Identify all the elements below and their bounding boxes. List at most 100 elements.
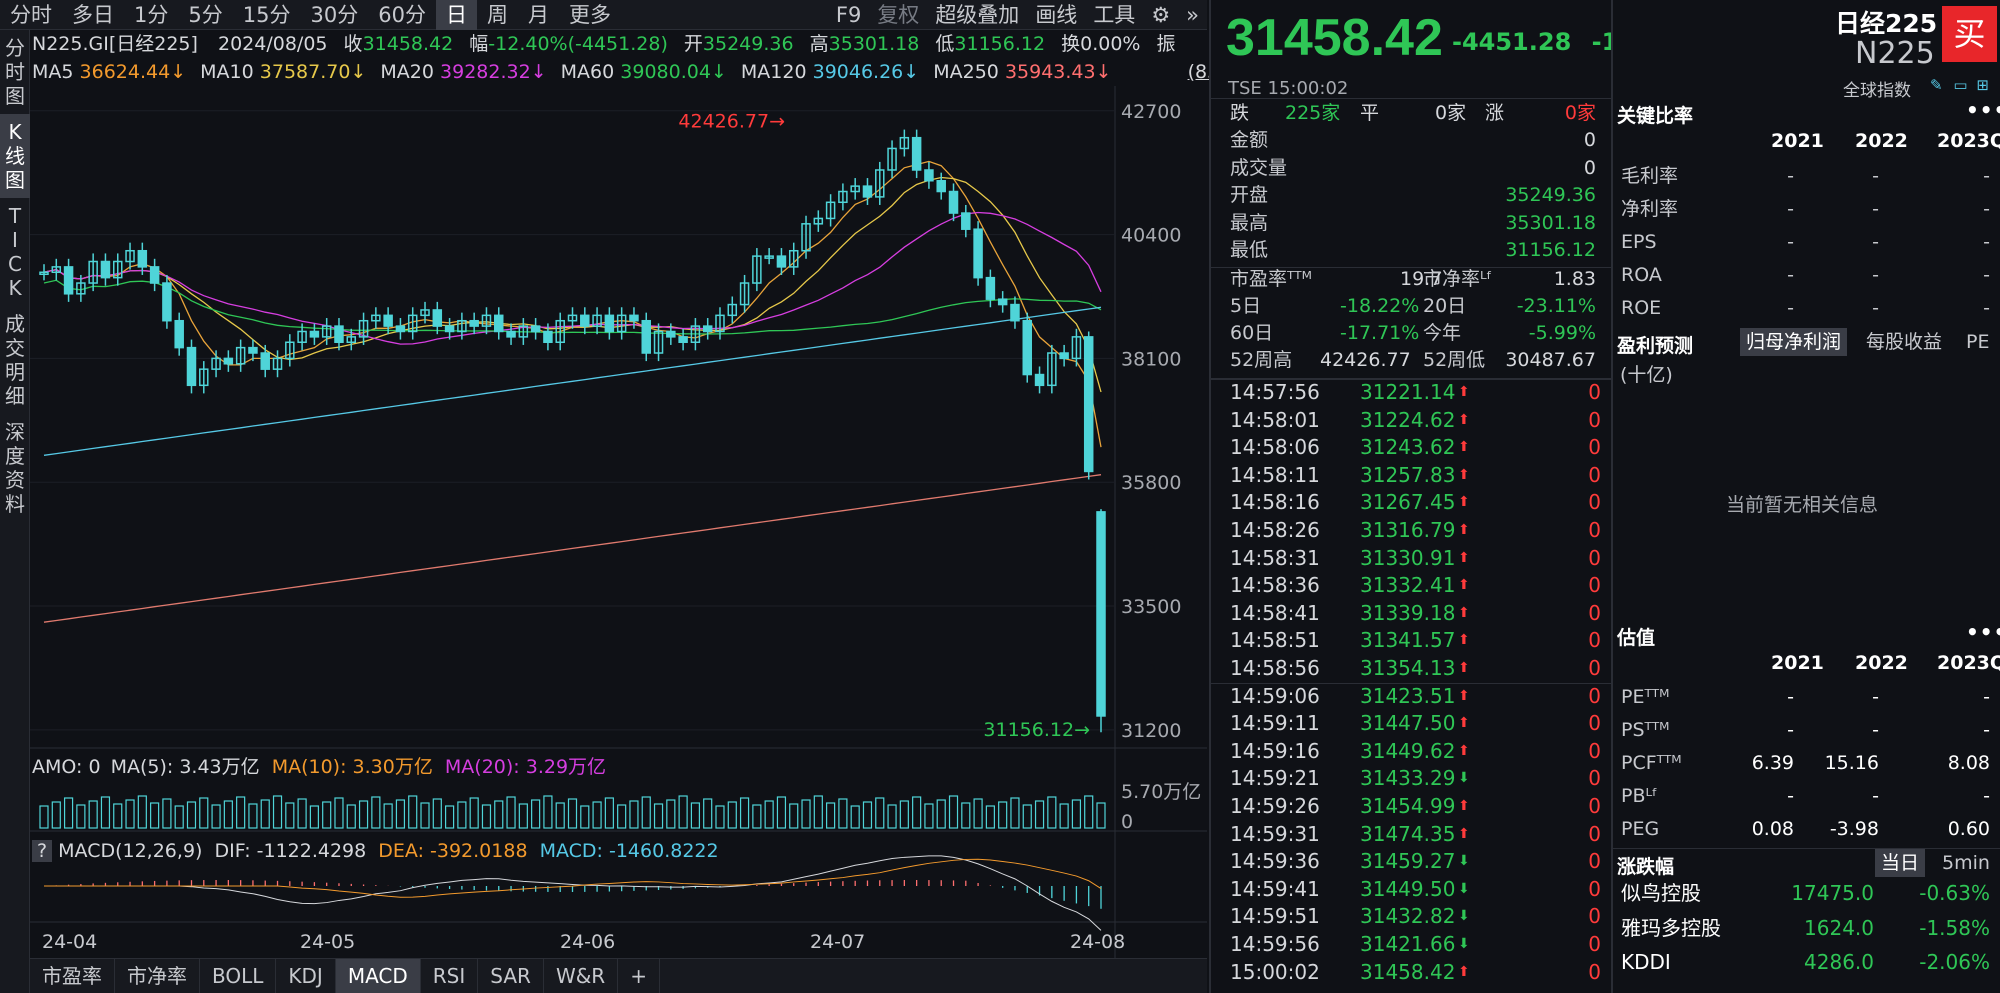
tick-price: 31421.66 bbox=[1360, 932, 1456, 956]
tick-price: 31449.62 bbox=[1360, 738, 1456, 763]
stock-name: KDDI bbox=[1621, 950, 1671, 974]
more-icon[interactable]: ••• bbox=[1966, 98, 2000, 122]
volume-bar bbox=[801, 799, 811, 829]
volume-bar bbox=[690, 802, 701, 829]
overlay-button[interactable]: 超级叠加 bbox=[927, 0, 1027, 30]
add-icon[interactable]: ⊞ bbox=[1976, 76, 1989, 94]
w52h-label: 52周高 bbox=[1230, 349, 1293, 371]
side-tab[interactable]: TICK bbox=[0, 198, 30, 306]
amp-value: -12.40%(-4451.28) bbox=[488, 33, 668, 55]
period-tab[interactable]: 分时 bbox=[0, 0, 62, 30]
low-label: 低 bbox=[935, 33, 955, 55]
forecast-tab-eps[interactable]: 每股收益 bbox=[1860, 328, 1948, 356]
cell: - bbox=[1872, 165, 1879, 187]
volume-bar bbox=[1096, 802, 1106, 829]
tick-price: 31474.35 bbox=[1360, 821, 1456, 846]
indicator-tab[interactable]: RSI bbox=[421, 959, 479, 993]
d5-label: 5日 bbox=[1230, 295, 1262, 317]
candle-body bbox=[985, 276, 996, 300]
perf-row-2: 60日 -17.71% 今年 -5.99% bbox=[1230, 320, 1600, 347]
ma250-line bbox=[43, 474, 1102, 623]
period-tab[interactable]: 1分 bbox=[124, 0, 178, 30]
indicator-tab[interactable]: + bbox=[618, 959, 660, 993]
volume-axis-label: 5.70万亿 bbox=[1121, 781, 1201, 803]
movers-tab-5min[interactable]: 5min bbox=[1936, 849, 1996, 877]
candle-body bbox=[1059, 352, 1069, 360]
info-date: 2024/08/05 bbox=[217, 33, 328, 55]
list-item[interactable]: KDDI 4286.0 -2.06% bbox=[1619, 945, 1994, 979]
tick-volume: 0 bbox=[1588, 518, 1601, 542]
cell: - bbox=[1983, 231, 1990, 253]
stock-name: 似鸟控股 bbox=[1621, 881, 1701, 905]
tick-time: 14:58:01 bbox=[1230, 407, 1320, 432]
period-tab[interactable]: 周 bbox=[477, 0, 518, 30]
help-icon[interactable]: ? bbox=[32, 840, 53, 862]
volume-bar bbox=[973, 798, 983, 829]
volume-bar bbox=[297, 798, 307, 829]
tick-time: 15:00:02 bbox=[1230, 959, 1320, 984]
volume-bar bbox=[494, 800, 504, 829]
period-tab[interactable]: 日 bbox=[435, 0, 477, 30]
valuation-title: 估值 bbox=[1617, 627, 1656, 649]
volume-bar bbox=[1059, 803, 1069, 829]
forecast-tab-profit[interactable]: 归母净利润 bbox=[1740, 328, 1848, 356]
movers-tab-today[interactable]: 当日 bbox=[1875, 849, 1926, 877]
arrow-up-icon: ⬆ bbox=[1458, 715, 1470, 732]
cell: - bbox=[1983, 785, 1990, 807]
tick-row: 14:58:06 31243.62 ⬆ 0 bbox=[1230, 434, 1605, 462]
cell: 0.60 bbox=[1947, 818, 1990, 840]
indicator-tab[interactable]: KDJ bbox=[276, 959, 336, 993]
list-item[interactable]: 似鸟控股 17475.0 -0.63% bbox=[1619, 876, 1994, 910]
side-tab[interactable]: K线图 bbox=[0, 114, 30, 198]
amp-label: 幅 bbox=[469, 33, 489, 55]
side-tab[interactable]: 成交明细 bbox=[0, 306, 30, 414]
indicator-tab[interactable]: 市盈率 bbox=[30, 959, 115, 993]
tick-row: 14:59:41 31449.50 ⬇ 0 bbox=[1230, 876, 1605, 904]
quote-label: 金额 bbox=[1230, 129, 1269, 151]
period-tab[interactable]: 5分 bbox=[178, 0, 232, 30]
period-tab[interactable]: 60分 bbox=[368, 0, 436, 30]
tools-button[interactable]: 工具 bbox=[1085, 0, 1143, 30]
more-icon[interactable]: ••• bbox=[1966, 620, 2000, 644]
table-row: 毛利率 - - - bbox=[1619, 160, 1994, 193]
indicator-tab[interactable]: SAR bbox=[478, 959, 544, 993]
indicator-tab[interactable]: BOLL bbox=[200, 959, 277, 993]
f9-button[interactable]: F9 bbox=[828, 0, 869, 30]
tick-price: 31458.42 bbox=[1360, 959, 1456, 984]
buy-button[interactable]: 买 bbox=[1942, 6, 1997, 62]
tick-time: 14:59:41 bbox=[1230, 876, 1320, 901]
gear-icon[interactable]: ⚙ bbox=[1143, 0, 1178, 30]
adjust-button[interactable]: 复权 bbox=[869, 0, 927, 30]
close-value: 31458.42 bbox=[362, 33, 454, 55]
period-tab[interactable]: 更多 bbox=[559, 0, 621, 30]
list-item[interactable]: 雅玛多控股 1624.0 -1.58% bbox=[1619, 911, 1994, 945]
ma20-value: 39282.32↓ bbox=[440, 61, 547, 83]
indicator-tab[interactable]: MACD bbox=[335, 959, 421, 993]
draw-line-button[interactable]: 画线 bbox=[1027, 0, 1085, 30]
volume-bar bbox=[76, 804, 86, 829]
divider bbox=[1211, 98, 1611, 99]
quote-value: 31156.12 bbox=[1505, 239, 1596, 261]
edit-icon[interactable]: ✎ bbox=[1930, 76, 1943, 94]
ratios-year-2: 2022 bbox=[1855, 130, 1908, 152]
forecast-tab-pe[interactable]: PE bbox=[1960, 328, 1995, 356]
price-tick-label: 33500 bbox=[1121, 596, 1181, 618]
window-icon[interactable]: ▭ bbox=[1953, 76, 1967, 94]
indicator-tab[interactable]: W&R bbox=[544, 959, 619, 993]
cell: - bbox=[1983, 264, 1990, 286]
period-tab[interactable]: 多日 bbox=[62, 0, 124, 30]
double-chevron-right-icon[interactable]: » bbox=[1178, 0, 1207, 30]
side-tab[interactable]: 深度资料 bbox=[0, 414, 30, 522]
tick-row: 14:59:11 31447.50 ⬆ 0 bbox=[1230, 710, 1605, 738]
pe-label: 市盈率ᵀᵀᴹ bbox=[1230, 268, 1312, 290]
period-tab[interactable]: 15分 bbox=[233, 0, 301, 30]
volume-bar bbox=[457, 801, 467, 829]
arrow-up-icon: ⬆ bbox=[1458, 660, 1470, 676]
volume-bar bbox=[543, 795, 553, 829]
ma5-value: 36624.44↓ bbox=[79, 61, 187, 83]
period-tab[interactable]: 30分 bbox=[300, 0, 368, 30]
indicator-tab[interactable]: 市净率 bbox=[115, 959, 200, 993]
volume-bar bbox=[899, 800, 909, 829]
period-tab[interactable]: 月 bbox=[518, 0, 559, 30]
side-tab[interactable]: 分时图 bbox=[0, 30, 30, 114]
